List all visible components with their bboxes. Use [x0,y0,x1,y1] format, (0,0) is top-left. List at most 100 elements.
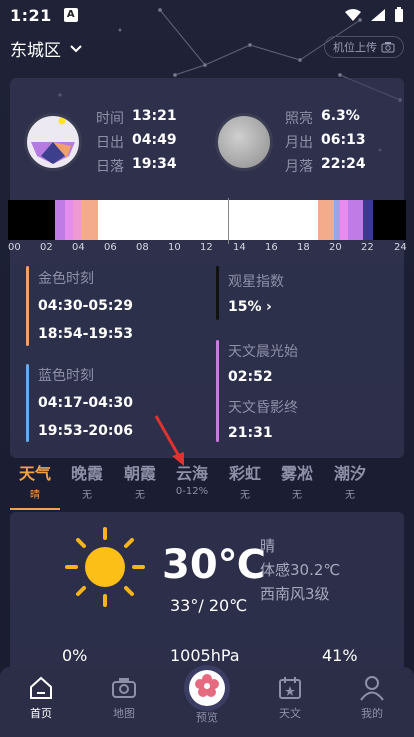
precipitation-value: 0% [62,646,88,665]
timeline-ticks: 00 02 04 06 08 10 12 14 16 18 20 22 24 [8,242,407,256]
blue-hour-label: 蓝色时刻 [38,368,94,384]
seeing-bar [216,266,219,320]
sunset-value: 19:34 [132,156,177,172]
tab-sub: 无 [82,490,92,501]
sunset-label: 日落 [96,159,124,175]
blue-hour-section: 蓝色时刻 04:17-04:30 19:53-20:06 [38,365,133,439]
tick-label: 06 [104,242,117,253]
bottom-navigation: 首页 地图 预览 天文 我的 [0,665,414,737]
weather-details: 晴 体感30.2℃ 西南风3级 [260,534,340,606]
tick-label: 04 [72,242,85,253]
sun-time-label: 时间 [96,111,124,127]
daylight-timeline[interactable] [8,200,406,240]
stargazing-label: 观星指数 [228,274,284,290]
tick-label: 16 [265,242,278,253]
upload-spot-button[interactable]: 机位上传 [324,36,404,58]
camera-icon [112,678,136,698]
astro-twilight-section: 天文晨光始 02:52 天文昏影终 21:31 [228,341,298,441]
astro-dawn-label: 天文晨光始 [228,344,298,360]
sun-dial-graphic [31,117,75,164]
current-time-marker [228,198,229,244]
nav-profile[interactable]: 我的 [342,675,402,721]
moonrise-row: 月出 06:13 [285,132,366,156]
weather-condition: 晴 [260,537,276,555]
golden-hour-label: 金色时刻 [38,271,94,287]
district-selector[interactable]: 东城区 [10,36,83,61]
nav-astronomy[interactable]: 天文 [260,675,320,721]
nav-label: 天文 [279,707,301,720]
wind: 西南风3级 [260,585,330,603]
tick-label: 08 [136,242,149,253]
status-time: 1:21 [10,5,52,25]
temperature: 30℃ [162,542,267,588]
sunrise-row: 日出 04:49 [96,132,177,156]
nav-label: 地图 [113,707,135,720]
stargazing-value: 15% [228,299,262,315]
tab-title: 彩虹 [228,464,261,483]
feels-like: 体感30.2℃ [260,561,341,579]
tab-sub: 无 [240,490,250,501]
moonset-label: 月落 [285,159,313,175]
tab-title: 晚霞 [70,464,103,483]
pressure-value: 1005hPa [170,646,240,665]
illumination-row: 照亮 6.3% [285,108,366,132]
tick-label: 02 [40,242,53,253]
sunrise-label: 日出 [96,135,124,151]
sun-time-value: 13:21 [132,108,177,124]
tab-rime[interactable]: 雾凇无 [272,460,322,501]
home-icon [30,676,52,699]
tick-label: 22 [361,242,374,253]
astro-twilight-bar [216,340,219,442]
tab-sub: 无 [292,490,302,501]
upload-label: 机位上传 [333,41,377,54]
tab-title: 雾凇 [280,464,313,483]
tab-title: 潮汐 [333,464,366,483]
nav-label: 首页 [30,707,52,720]
tick-label: 12 [200,242,213,253]
signal-icon [371,9,385,21]
stargazing-section[interactable]: 观星指数 15% › [228,271,284,315]
sun-position-dial [24,113,82,171]
user-icon [360,676,384,701]
tick-label: 14 [233,242,246,253]
nav-home[interactable]: 首页 [11,675,71,721]
illumination-value: 6.3% [321,108,360,124]
moonrise-value: 06:13 [321,132,366,148]
preview-center-button[interactable] [184,665,230,711]
sunrise-value: 04:49 [132,132,177,148]
weather-card: 30℃ 33°/ 20℃ 晴 体感30.2℃ 西南风3级 0% 1005hPa … [10,512,404,672]
blue-hour-morning: 04:17-04:30 [38,395,133,411]
tab-sub: 无 [345,490,355,501]
tab-rainbow[interactable]: 彩虹无 [220,460,270,501]
illumination-label: 照亮 [285,111,313,127]
moonset-value: 22:24 [321,156,366,172]
status-bar: 1:21 A [0,0,414,30]
chevron-down-icon [70,44,82,52]
blue-hour-bar [26,364,29,442]
camera-small-icon [381,42,395,53]
golden-hour-morning: 04:30-05:29 [38,298,133,314]
notification-a-icon: A [63,8,78,22]
flower-icon [195,674,219,697]
tab-sunset-glow[interactable]: 晚霞无 [62,460,112,501]
calendar-icon [279,677,301,699]
astro-dawn-value: 02:52 [228,369,273,385]
tab-tide[interactable]: 潮汐无 [325,460,375,501]
wifi-icon [345,9,361,21]
district-name: 东城区 [10,41,61,61]
sunset-row: 日落 19:34 [96,156,177,180]
golden-hour-bar [26,266,29,346]
moonset-row: 月落 22:24 [285,156,366,180]
blue-hour-evening: 19:53-20:06 [38,423,133,439]
sun-info: 时间 13:21 日出 04:49 日落 19:34 [96,108,177,180]
tab-sub: 0-12% [175,486,209,497]
humidity-value: 41% [322,646,358,665]
tick-label: 20 [329,242,342,253]
golden-hour-evening: 18:54-19:53 [38,326,133,342]
temperature-range: 33°/ 20℃ [170,596,248,615]
sunny-icon [65,527,145,607]
tick-label: 10 [168,242,181,253]
tab-weather[interactable]: 天气晴 [10,460,60,510]
nav-map[interactable]: 地图 [94,675,154,721]
golden-hour-section: 金色时刻 04:30-05:29 18:54-19:53 [38,268,133,342]
